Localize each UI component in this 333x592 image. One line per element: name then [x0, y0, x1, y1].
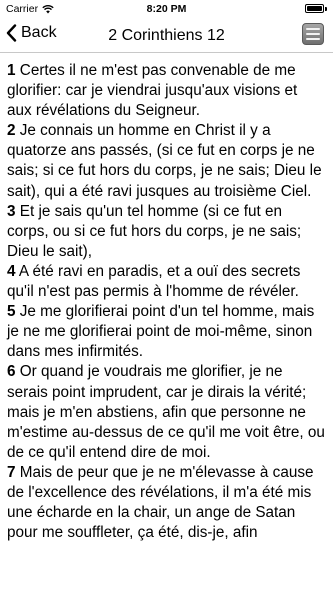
- menu-icon-bar: [306, 28, 320, 30]
- verse-text: Je me glorifierai point d'un tel homme, …: [7, 303, 315, 361]
- verse-number: 5: [7, 303, 16, 321]
- verse: 4 A été ravi en paradis, et a ouï des se…: [7, 262, 326, 302]
- verse-number: 4: [7, 262, 16, 280]
- menu-button[interactable]: [302, 23, 324, 45]
- menu-icon-bar: [306, 38, 320, 40]
- verse-text: Mais de peur que je ne m'élevasse à caus…: [7, 463, 314, 542]
- verse: 5 Je me glorifierai point d'un tel homme…: [7, 302, 326, 362]
- verse-number: 6: [7, 363, 16, 381]
- navigation-bar: Back 2 Corinthiens 12: [0, 18, 333, 53]
- verse-number: 3: [7, 202, 16, 220]
- verse: 2 Je connais un homme en Christ il y a q…: [7, 121, 326, 201]
- battery-icon: [305, 4, 327, 14]
- verse: 1 Certes il ne m'est pas convenable de m…: [7, 61, 326, 121]
- verse: 3 Et je sais qu'un tel homme (si ce fut …: [7, 202, 326, 262]
- verse-text: Certes il ne m'est pas convenable de me …: [7, 62, 298, 120]
- verse: 7 Mais de peur que je ne m'élevasse à ca…: [7, 463, 326, 543]
- verse-number: 2: [7, 122, 16, 140]
- status-time: 8:20 PM: [146, 3, 187, 15]
- verse-text: A été ravi en paradis, et a ouï des secr…: [7, 262, 301, 301]
- verse-text: Et je sais qu'un tel homme (si ce fut en…: [7, 202, 302, 260]
- page-title: 2 Corinthiens 12: [108, 27, 225, 44]
- verse-text: Je connais un homme en Christ il y a qua…: [7, 122, 322, 200]
- verse-number: 1: [7, 62, 16, 79]
- status-bar: Carrier 8:20 PM: [0, 0, 333, 18]
- chapter-text[interactable]: 1 Certes il ne m'est pas convenable de m…: [0, 53, 333, 592]
- verse-text: Or quand je voudrais me glorifier, je ne…: [7, 363, 325, 461]
- verse-number: 7: [7, 463, 16, 481]
- verse: 6 Or quand je voudrais me glorifier, je …: [7, 362, 326, 462]
- menu-icon-bar: [306, 33, 320, 35]
